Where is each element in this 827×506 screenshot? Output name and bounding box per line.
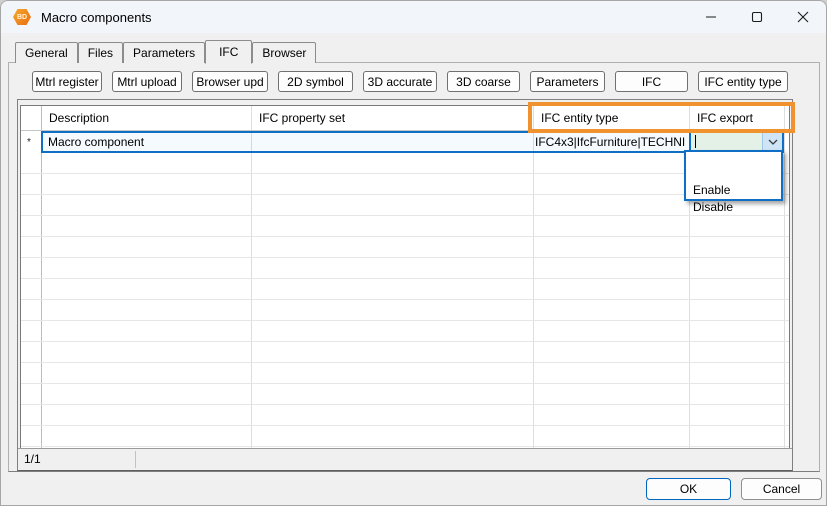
grid-header: Description IFC property set IFC entity …	[21, 106, 789, 131]
tab-strip: General Files Parameters IFC Browser	[15, 41, 316, 63]
tab-ifc[interactable]: IFC	[205, 40, 252, 64]
text-caret	[695, 135, 696, 148]
macro-components-dialog: BD Macro components General Files Parame…	[0, 0, 827, 506]
tab-browser[interactable]: Browser	[252, 42, 316, 63]
grid-vline	[251, 133, 252, 151]
tab-general[interactable]: General	[15, 42, 78, 63]
empty-rows-area	[21, 153, 789, 447]
grid-vline	[533, 133, 534, 151]
maximize-icon	[751, 11, 763, 23]
grid-panel: Description IFC property set IFC entity …	[17, 99, 793, 471]
empty-grid-row	[21, 342, 789, 363]
cell-description[interactable]: Macro component	[48, 133, 248, 151]
empty-grid-row	[21, 258, 789, 279]
record-position: 1/1	[24, 449, 41, 470]
empty-grid-row	[21, 174, 789, 195]
mtrl-register-button[interactable]: Mtrl register	[32, 71, 102, 92]
2d-symbol-button[interactable]: 2D symbol	[278, 71, 353, 92]
dropdown-option-disable[interactable]: Disable	[686, 199, 781, 216]
current-row-marker: *	[27, 137, 31, 148]
macro-components-grid[interactable]: Description IFC property set IFC entity …	[20, 105, 790, 449]
cell-ifc-entity-type[interactable]: IFC4x3|IfcFurniture|TECHNIC...	[535, 133, 685, 151]
column-header-ifc-property-set[interactable]: IFC property set	[259, 106, 345, 131]
grid-status-bar: 1/1	[18, 448, 792, 470]
chevron-down-icon	[768, 139, 778, 145]
empty-grid-row	[21, 216, 789, 237]
parameters-button[interactable]: Parameters	[530, 71, 605, 92]
minimize-button[interactable]	[688, 1, 734, 33]
combo-dropdown-button[interactable]	[762, 132, 782, 151]
empty-grid-row	[21, 195, 789, 216]
ok-button[interactable]: OK	[646, 478, 731, 500]
mtrl-upload-button[interactable]: Mtrl upload	[112, 71, 182, 92]
ifc-entity-type-button[interactable]: IFC entity type	[698, 71, 788, 92]
title-bar: BD Macro components	[1, 1, 826, 33]
cell-ifc-property-set[interactable]	[257, 133, 527, 151]
empty-grid-row	[21, 153, 789, 174]
toolbar: Mtrl register Mtrl upload Browser upd 2D…	[32, 71, 788, 92]
tab-files[interactable]: Files	[78, 42, 123, 63]
ifc-export-input[interactable]	[691, 132, 762, 151]
column-header-description[interactable]: Description	[49, 106, 109, 131]
close-button[interactable]	[780, 1, 826, 33]
empty-grid-row	[21, 384, 789, 405]
dropdown-option-blank[interactable]	[686, 165, 781, 182]
dropdown-option-enable[interactable]: Enable	[686, 182, 781, 199]
close-icon	[797, 11, 809, 23]
empty-grid-row	[21, 237, 789, 258]
ifc-button[interactable]: IFC	[615, 71, 688, 92]
app-logo-icon: BD	[13, 9, 31, 25]
empty-grid-row	[21, 300, 789, 321]
cancel-button[interactable]: Cancel	[741, 478, 822, 500]
3d-accurate-button[interactable]: 3D accurate	[363, 71, 437, 92]
table-row[interactable]: Macro component IFC4x3|IfcFurniture|TECH…	[41, 131, 784, 153]
minimize-icon	[705, 11, 717, 23]
tab-parameters[interactable]: Parameters	[123, 42, 205, 63]
empty-grid-row	[21, 426, 789, 447]
maximize-button[interactable]	[734, 1, 780, 33]
window-title: Macro components	[41, 10, 152, 25]
empty-grid-row	[21, 405, 789, 426]
empty-grid-row	[21, 279, 789, 300]
browser-upd-button[interactable]: Browser upd	[192, 71, 268, 92]
3d-coarse-button[interactable]: 3D coarse	[447, 71, 520, 92]
empty-grid-row	[21, 321, 789, 342]
empty-grid-row	[21, 363, 789, 384]
column-header-ifc-export[interactable]: IFC export	[697, 106, 753, 131]
column-header-ifc-entity-type[interactable]: IFC entity type	[541, 106, 618, 131]
ifc-export-dropdown-list: Enable Disable	[684, 150, 783, 201]
status-divider	[135, 451, 136, 468]
